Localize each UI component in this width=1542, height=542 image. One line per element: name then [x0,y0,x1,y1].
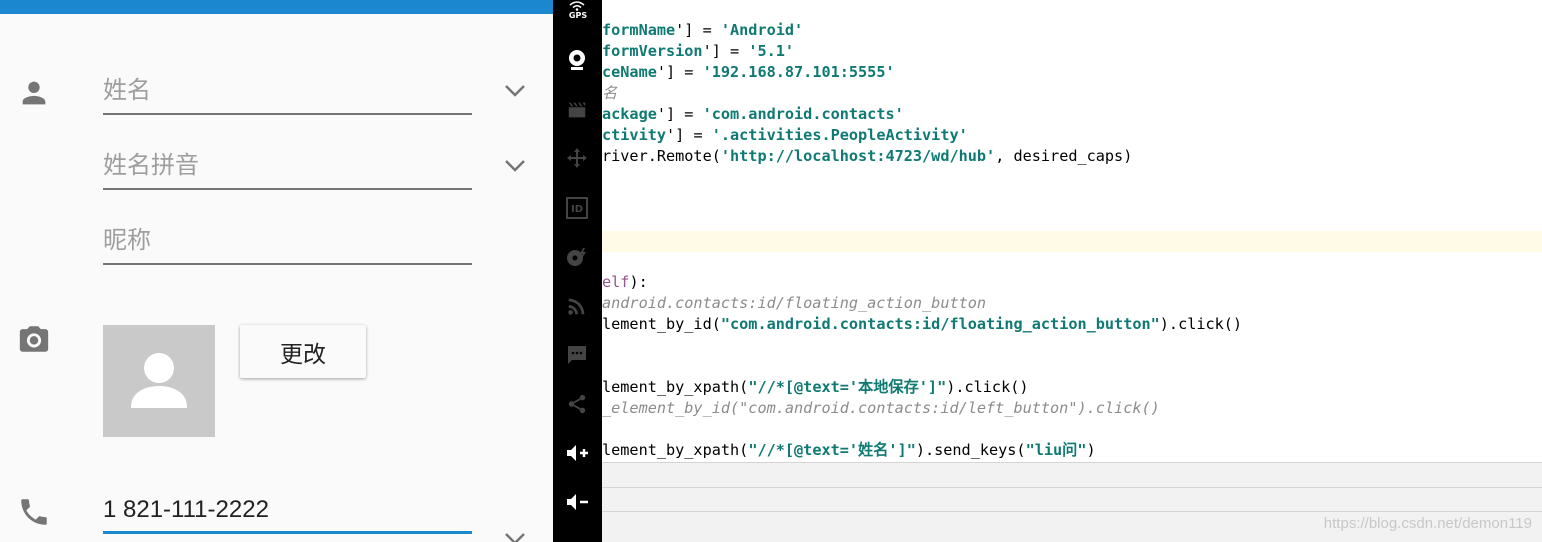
code-token: android.contacts:id/floating_action_butt… [602,294,987,312]
current-line-highlight [602,231,1542,252]
code-line[interactable]: ackage'] = 'com.android.contacts' [602,104,904,125]
code-token: 'com.android.contacts' [702,105,904,123]
code-token: ceName [602,63,657,81]
code-line[interactable]: lement_by_id("com.android.contacts:id/fl… [602,314,1242,335]
code-token: '.activities.PeopleActivity' [711,126,968,144]
contact-photo[interactable] [103,325,215,437]
name-field[interactable]: 姓名 [103,66,472,115]
code-token: "//*[@text='本地保存']" [748,378,947,396]
code-token: '] = [656,63,703,81]
code-token: _element_by_id("com.android.contacts:id/… [602,399,1160,417]
code-line[interactable]: ctivity'] = '.activities.PeopleActivity' [602,125,968,146]
code-token: lement_by_id( [602,315,721,333]
panel-divider [602,511,1542,512]
webcam-icon[interactable] [563,46,591,74]
emulator-toolbar: GPS ID [553,0,602,542]
code-line[interactable]: _element_by_id("com.android.contacts:id/… [602,398,1160,419]
code-token: ).click() [946,378,1029,396]
code-token: ).click() [1159,315,1243,333]
panel-divider [602,487,1542,488]
code-token: '] = [675,21,721,39]
svg-text:ID: ID [571,204,583,215]
code-token: lement_by_xpath( [602,441,749,459]
code-line[interactable]: elf): [602,272,648,293]
code-token: river.Remote( [602,147,721,165]
code-token: elf [602,273,630,291]
camera-icon [19,326,49,352]
code-token: 名 [602,84,618,102]
phone-icon [21,499,47,525]
pinyin-field[interactable]: 姓名拼音 [103,141,472,190]
sms-message-icon[interactable] [563,341,591,369]
code-token: '] = [656,105,703,123]
share-icon[interactable] [563,390,591,418]
code-token: '192.168.87.101:5555' [702,63,895,81]
pinyin-expand-chevron-down-icon[interactable] [504,159,526,173]
volume-up-icon[interactable] [563,439,591,467]
disk-flash-icon[interactable] [563,243,591,271]
code-line[interactable]: android.contacts:id/floating_action_butt… [602,293,986,314]
person-icon [22,81,46,105]
move-arrows-icon[interactable] [563,144,591,172]
code-token: "//*[@text='姓名']" [748,441,916,459]
code-line[interactable]: 名 [602,83,617,104]
code-token: formName [602,21,676,39]
device-id-icon[interactable]: ID [563,194,591,222]
code-token: ctivity [602,126,667,144]
code-token: "liu问" [1025,441,1087,459]
code-token: ) [1086,441,1096,459]
wifi-icon [569,1,585,11]
code-token: "com.android.contacts:id/floating_action… [720,315,1160,333]
code-token: ackage [602,105,657,123]
pinyin-field-placeholder: 姓名拼音 [103,151,199,179]
code-token: formVersion [602,42,703,60]
pinyin-field-underline [103,188,472,190]
code-token: '] = [702,42,749,60]
nickname-field-placeholder: 昵称 [103,226,151,254]
app-bar [0,0,553,14]
code-line[interactable]: lement_by_xpath("//*[@text='姓名']").send_… [602,440,1096,461]
code-token: ).send_keys( [915,441,1026,459]
code-line[interactable]: ceName'] = '192.168.87.101:5555' [602,62,895,83]
nickname-field[interactable]: 昵称 [103,216,472,265]
phone-field[interactable]: 1 821-111-2222 [103,485,472,534]
volume-down-icon[interactable] [563,488,591,516]
phone-field-underline-focused [103,531,472,534]
screencast-clapper-icon[interactable] [563,96,591,124]
person-placeholder-icon [131,353,187,408]
code-token: , desired_caps) [995,147,1133,165]
code-token: lement_by_xpath( [602,378,749,396]
code-line[interactable]: river.Remote('http://localhost:4723/wd/h… [602,146,1132,167]
code-token: '5.1' [748,42,795,60]
code-token: 'http://localhost:4723/wd/hub' [720,147,996,165]
code-token: '] = [666,126,712,144]
name-expand-chevron-down-icon[interactable] [504,84,526,98]
android-emulator-screen: 姓名 姓名拼音 昵称 更改 1 821-111-2222 [0,0,553,542]
change-photo-button[interactable]: 更改 [240,325,366,378]
name-field-underline [103,113,472,115]
code-line[interactable]: lement_by_xpath("//*[@text='本地保存']").cli… [602,377,1029,398]
gps-button[interactable]: GPS [557,11,599,20]
name-field-placeholder: 姓名 [103,76,151,104]
rss-feed-icon[interactable] [563,292,591,320]
code-token: 'Android' [720,21,804,39]
phone-type-chevron-down-icon[interactable] [504,532,526,542]
watermark: https://blog.csdn.net/demon119 [1323,515,1532,532]
code-token: ): [629,273,648,291]
code-editor[interactable]: formName'] = 'Android' formVersion'] = '5… [602,0,1542,542]
code-line[interactable]: formName'] = 'Android' [602,20,803,41]
nickname-field-underline [103,263,472,265]
phone-field-value: 1 821-111-2222 [103,496,269,523]
code-line[interactable]: formVersion'] = '5.1' [602,41,794,62]
